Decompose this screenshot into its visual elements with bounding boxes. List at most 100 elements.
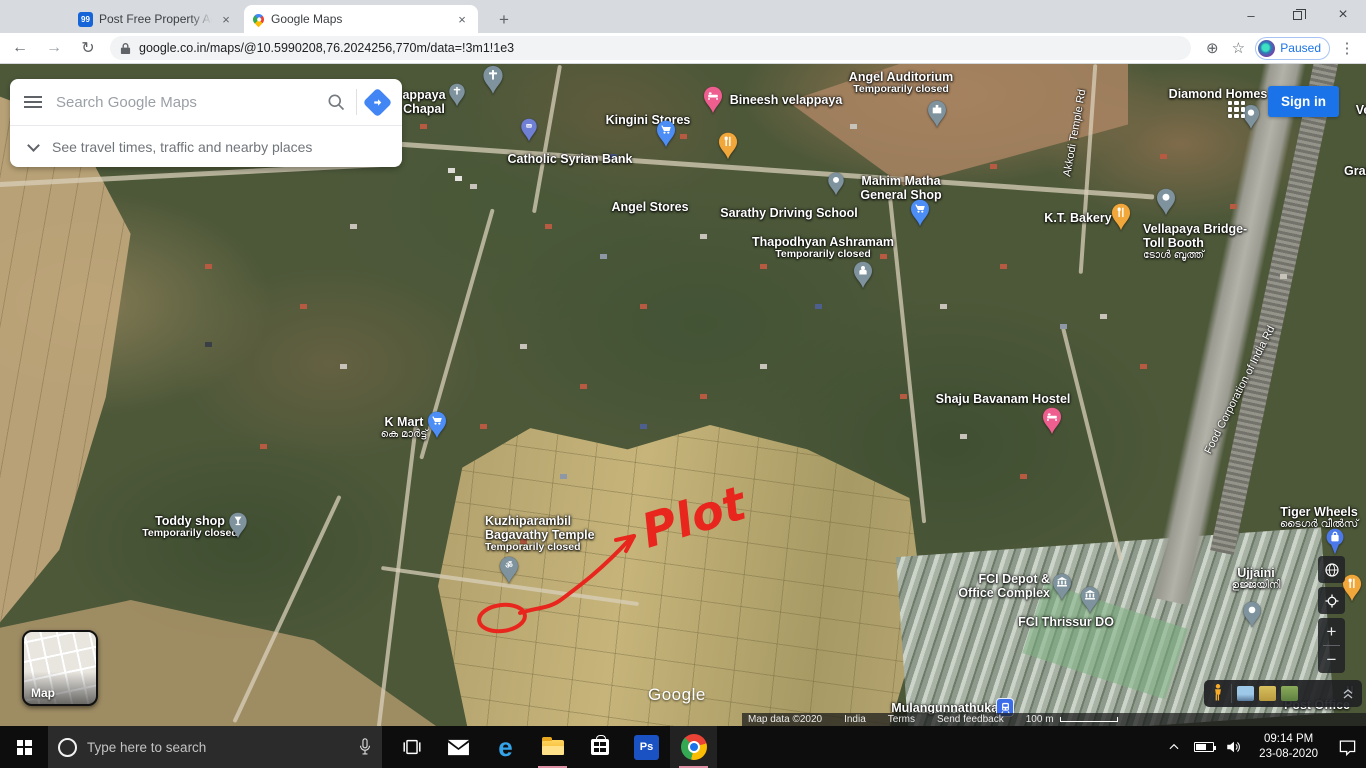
volume-button[interactable] bbox=[1219, 726, 1249, 768]
svg-text:ॐ: ॐ bbox=[505, 560, 513, 570]
label-angel-auditorium[interactable]: Angel AuditoriumTemporarily closed bbox=[849, 70, 953, 96]
browser-menu-icon[interactable]: ⋮ bbox=[1334, 35, 1360, 61]
taskbar-search-input[interactable] bbox=[87, 740, 348, 755]
taskbar-search[interactable] bbox=[48, 726, 382, 768]
file-explorer-button[interactable] bbox=[529, 726, 576, 768]
action-center-button[interactable] bbox=[1328, 726, 1366, 768]
directions-button[interactable] bbox=[363, 87, 393, 117]
pin-restaurant-velappaya[interactable] bbox=[718, 132, 738, 165]
pin-catholic-syrian-bank[interactable]: 300 bbox=[521, 118, 538, 147]
taskbar-clock[interactable]: 09:14 PM 23-08-2020 bbox=[1249, 732, 1328, 762]
sign-in-button[interactable]: Sign in bbox=[1268, 86, 1339, 117]
tab-property-ads[interactable]: 99 Post Free Property Ads - Sell a Ho × bbox=[72, 5, 240, 33]
travel-times-row[interactable]: See travel times, traffic and nearby pla… bbox=[10, 126, 402, 167]
pin-kt-bakery[interactable] bbox=[1111, 203, 1131, 236]
pin-k-mart[interactable] bbox=[427, 411, 447, 444]
close-window-button[interactable]: × bbox=[1320, 0, 1366, 30]
cortana-icon bbox=[58, 738, 77, 757]
pin-bineesh-velappaya[interactable] bbox=[703, 86, 723, 119]
profile-button[interactable]: Paused bbox=[1255, 37, 1330, 60]
collapse-chevrons-icon[interactable] bbox=[1340, 685, 1356, 703]
globe-button[interactable] bbox=[1318, 556, 1345, 583]
pin-fci-depot[interactable] bbox=[1052, 573, 1072, 606]
reload-button[interactable]: ↻ bbox=[74, 34, 102, 62]
pin-mahim-matha[interactable] bbox=[828, 172, 845, 201]
search-icon[interactable] bbox=[326, 92, 346, 112]
pin-shaju-bavanam-hostel[interactable] bbox=[1042, 407, 1062, 440]
label-shaju-bavanam-hostel[interactable]: Shaju Bavanam Hostel bbox=[936, 392, 1071, 406]
battery-indicator[interactable] bbox=[1189, 726, 1219, 768]
label-thapodhyan-ashramam[interactable]: Thapodhyan AshramamTemporarily closed bbox=[752, 235, 894, 261]
label-vellapaya-bridge[interactable]: Vellapaya Bridge-Toll Boothടോൾ ബൂത്ത് bbox=[1143, 222, 1247, 262]
pin-chapal-church[interactable] bbox=[483, 65, 504, 100]
maps-search-input[interactable] bbox=[56, 94, 316, 111]
microphone-icon[interactable] bbox=[358, 738, 372, 756]
imagery-thumb-green[interactable] bbox=[1281, 686, 1298, 701]
task-view-button[interactable] bbox=[388, 726, 435, 768]
close-tab-icon[interactable]: × bbox=[454, 11, 470, 27]
zoom-out-button[interactable]: − bbox=[1318, 646, 1345, 673]
zoom-page-icon[interactable]: ⊕ bbox=[1199, 35, 1225, 61]
label-bineesh-velappaya[interactable]: Bineesh velappaya bbox=[730, 93, 843, 107]
road bbox=[376, 425, 418, 726]
minimize-button[interactable]: – bbox=[1228, 0, 1274, 30]
pin-kingini-stores[interactable] bbox=[656, 120, 676, 153]
tab-google-maps[interactable]: Google Maps × bbox=[244, 5, 478, 33]
label-ujjaini[interactable]: Ujjainiഉജ്ജയിനി bbox=[1232, 566, 1281, 592]
label-fci-depot[interactable]: FCI Depot &Office Complex bbox=[958, 572, 1050, 600]
label-kuzhiparambil-temple[interactable]: KuzhiparambilBagavathy TempleTemporarily… bbox=[485, 514, 595, 554]
search-row bbox=[10, 79, 402, 126]
pin-thapodhyan-ashramam[interactable] bbox=[853, 261, 873, 294]
new-tab-button[interactable]: + bbox=[492, 8, 516, 32]
forward-button[interactable]: → bbox=[40, 34, 68, 62]
pin-toll-booth[interactable] bbox=[1156, 188, 1176, 221]
label-catholic-syrian-bank[interactable]: Catholic Syrian Bank bbox=[507, 152, 632, 166]
svg-text:300: 300 bbox=[527, 125, 532, 128]
label-line: Sarathy Driving School bbox=[720, 206, 858, 220]
label-kingini-stores[interactable]: Kingini Stores bbox=[606, 113, 691, 127]
label-diamond-homes[interactable]: Diamond Homes bbox=[1169, 87, 1268, 101]
close-tab-icon[interactable]: × bbox=[218, 11, 234, 27]
menu-icon[interactable] bbox=[24, 96, 42, 108]
hidden-icons-button[interactable] bbox=[1159, 726, 1189, 768]
chrome-button[interactable] bbox=[670, 726, 717, 768]
label-mahim-matha[interactable]: Mahim MathaGeneral Shop bbox=[860, 174, 941, 202]
pin-general-shop[interactable] bbox=[910, 199, 930, 232]
back-button[interactable]: ← bbox=[6, 34, 34, 62]
label-line: Tiger Wheels bbox=[1280, 505, 1358, 519]
diamond-homes-grid-icon bbox=[1228, 101, 1245, 118]
file-explorer-icon bbox=[542, 740, 564, 755]
bookmark-star-icon[interactable]: ☆ bbox=[1225, 35, 1251, 61]
label-sarathy-driving-school[interactable]: Sarathy Driving School bbox=[720, 206, 858, 220]
start-button[interactable] bbox=[0, 726, 48, 768]
mail-button[interactable] bbox=[435, 726, 482, 768]
pin-toddy-shop[interactable] bbox=[229, 512, 248, 544]
edge-button[interactable]: e bbox=[482, 726, 529, 768]
label-toddy-shop[interactable]: Toddy shopTemporarily closed bbox=[142, 514, 238, 540]
pin-fci-thrissur-do[interactable] bbox=[1080, 586, 1100, 619]
imagery-thumb-coast[interactable] bbox=[1237, 686, 1254, 701]
address-bar[interactable]: google.co.in/maps/@10.5990208,76.2024256… bbox=[110, 36, 1191, 60]
my-location-button[interactable] bbox=[1318, 587, 1345, 614]
photoshop-button[interactable]: Ps bbox=[623, 726, 670, 768]
pin-chapal-church-small[interactable] bbox=[449, 83, 466, 112]
pin-ujjaini[interactable] bbox=[1243, 601, 1262, 633]
send-feedback-link[interactable]: Send feedback bbox=[937, 714, 1004, 725]
pin-angel-auditorium[interactable] bbox=[927, 100, 947, 133]
label-kt-bakery[interactable]: K.T. Bakery bbox=[1044, 211, 1111, 225]
label-appaya-chapal[interactable]: appayaChapal bbox=[402, 88, 445, 116]
restore-button[interactable] bbox=[1274, 0, 1320, 30]
label-k-mart[interactable]: K Martകെ മാർട്ട് bbox=[381, 415, 428, 441]
label-line: Mahim Matha bbox=[860, 174, 941, 188]
terms-link[interactable]: Terms bbox=[888, 714, 915, 725]
pin-bagavathy-temple-om[interactable]: ॐ bbox=[499, 556, 519, 589]
map-mode-toggle[interactable]: Map bbox=[22, 630, 98, 706]
label-angel-stores[interactable]: Angel Stores bbox=[611, 200, 688, 214]
zoom-in-button[interactable]: + bbox=[1318, 618, 1345, 645]
label-tiger-wheels[interactable]: Tiger Wheelsടൈഗർ വീൽസ് bbox=[1280, 505, 1358, 531]
pegman-icon[interactable] bbox=[1210, 683, 1226, 704]
imagery-thumb-field[interactable] bbox=[1259, 686, 1276, 701]
store-button[interactable] bbox=[576, 726, 623, 768]
pin-restaurant-right[interactable] bbox=[1342, 574, 1362, 607]
label-line: Thapodhyan Ashramam bbox=[752, 235, 894, 249]
